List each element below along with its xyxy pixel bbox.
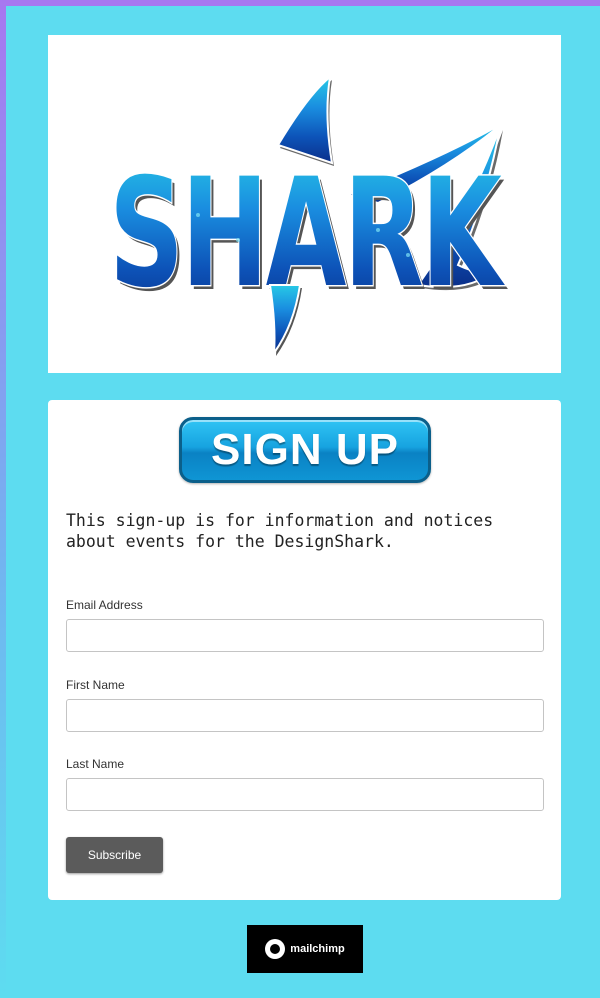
mailchimp-badge[interactable]: mailchimp — [247, 925, 363, 973]
mailchimp-icon — [265, 939, 286, 959]
frame-top-border — [0, 0, 600, 6]
email-label: Email Address — [66, 598, 143, 612]
first-name-field[interactable] — [66, 699, 544, 732]
shark-logo-text: SHARK — [109, 147, 505, 321]
email-field[interactable] — [66, 619, 544, 652]
signup-form-card: SIGN UP This sign-up is for information … — [48, 400, 561, 900]
first-name-label: First Name — [66, 678, 125, 692]
sign-up-label: SIGN UP — [211, 425, 399, 474]
logo-card: SHARK SHARK — [48, 35, 561, 373]
last-name-field[interactable] — [66, 778, 544, 811]
sign-up-button[interactable]: SIGN UP — [179, 417, 431, 483]
subscribe-button[interactable]: Subscribe — [66, 837, 163, 873]
last-name-label: Last Name — [66, 757, 125, 771]
shark-logo: SHARK SHARK — [108, 74, 512, 357]
mailchimp-badge-text: mailchimp — [290, 943, 345, 955]
frame-left-border — [0, 0, 6, 998]
intro-text: This sign-up is for information and noti… — [66, 511, 494, 551]
